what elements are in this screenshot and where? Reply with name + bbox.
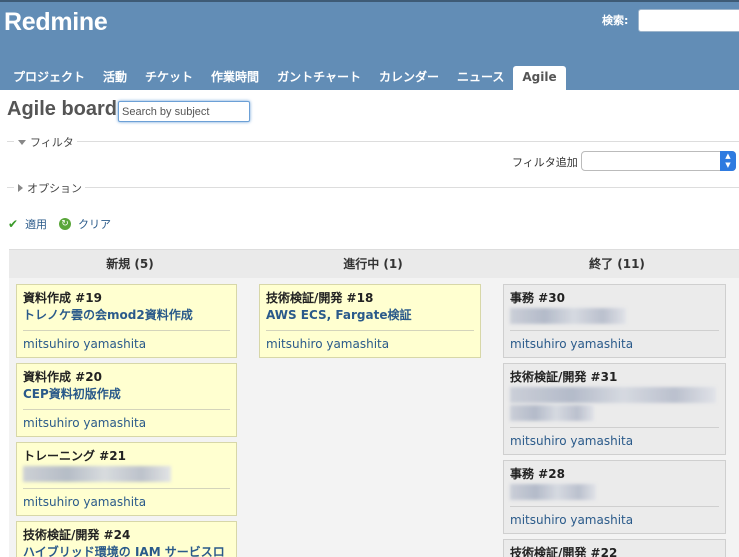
card-assignee-link[interactable]: mitsuhiro yamashita [510,513,719,527]
search-label: 検索: [602,14,629,27]
card-assignee-link[interactable]: mitsuhiro yamashita [266,337,474,351]
redacted-subject [510,308,626,324]
card-assignee-link[interactable]: mitsuhiro yamashita [23,337,230,351]
card-subject-link[interactable]: AWS ECS, Fargate検証 [266,307,474,324]
menu-tab-time-entries[interactable]: 作業時間 [202,66,268,90]
menu-tab-projects[interactable]: プロジェクト [4,66,94,90]
menu-tab-news[interactable]: ニュース [448,66,513,90]
collapse-arrow-icon [18,139,26,145]
card-tracker-id: 資料作成 #19 [23,291,102,305]
card-tracker-id: 技術検証/開発 #31 [510,370,618,384]
card-divider [510,427,719,428]
card-tracker-id: 技術検証/開発 #18 [266,291,374,305]
issue-card[interactable]: 資料作成 #19 トレノケ雲の会mod2資料作成 mitsuhiro yamas… [16,284,237,358]
options-legend[interactable]: オプション [14,180,85,196]
menu-tab-agile[interactable]: Agile [513,66,566,90]
expand-arrow-icon [18,184,23,192]
search-input[interactable] [638,9,739,32]
card-assignee-link[interactable]: mitsuhiro yamashita [23,495,230,509]
menu-tab-calendar[interactable]: カレンダー [370,66,448,90]
redacted-subject [510,405,594,421]
issue-card[interactable]: 事務 #30 mitsuhiro yamashita [503,284,726,358]
issue-card[interactable]: 資料作成 #20 CEP資料初版作成 mitsuhiro yamashita [16,363,237,437]
card-subject-link[interactable]: ハイブリッド環境の IAM サービスロ [23,544,230,557]
card-tracker-id: 事務 #30 [510,291,565,305]
filter-fieldset-border [7,141,739,142]
card-divider [23,409,230,410]
column-header-new: 新規 (5) [9,250,251,278]
page-title: Agile board [7,98,118,120]
card-divider [23,488,230,489]
card-tracker-id: 技術検証/開発 #24 [23,528,131,542]
add-filter-label: フィルタ追加 [512,156,578,169]
card-subject-link[interactable]: CEP資料初版作成 [23,386,230,403]
menu-tab-activity[interactable]: 活動 [94,66,136,90]
redacted-subject [23,466,171,482]
clear-link[interactable]: ↻ クリア [59,216,111,232]
main-menu: プロジェクト 活動 チケット 作業時間 ガントチャート カレンダー ニュース A… [4,66,566,90]
card-divider [23,330,230,331]
add-filter-select[interactable] [581,151,736,171]
card-tracker-id: 事務 #28 [510,467,565,481]
card-divider [266,330,474,331]
filter-legend-label: フィルタ [30,136,74,149]
menu-tab-gantt[interactable]: ガントチャート [268,66,370,90]
agile-board: 新規 (5) 進行中 (1) 終了 (11) 資料作成 #19 トレノケ雲の会m… [9,249,739,557]
issue-card[interactable]: 技術検証/開発 #22 [503,539,726,557]
issue-card[interactable]: 技術検証/開発 #18 AWS ECS, Fargate検証 mitsuhiro… [259,284,481,358]
card-tracker-id: 資料作成 #20 [23,370,102,384]
card-divider [510,506,719,507]
clear-label: クリア [78,218,111,231]
column-header-closed: 終了 (11) [495,250,739,278]
card-divider [510,330,719,331]
checkmark-icon: ✔ [8,217,19,231]
issue-card[interactable]: トレーニング #21 mitsuhiro yamashita [16,442,237,516]
apply-label: 適用 [25,218,48,231]
apply-link[interactable]: ✔ 適用 [8,216,47,232]
subject-search-input[interactable] [118,101,250,122]
app-title[interactable]: Redmine [4,8,108,37]
card-tracker-id: 技術検証/開発 #22 [510,546,618,557]
issue-card[interactable]: 事務 #28 mitsuhiro yamashita [503,460,726,534]
select-arrows-icon[interactable]: ▲ ▼ [720,151,736,171]
issue-card[interactable]: 技術検証/開発 #31 mitsuhiro yamashita [503,363,726,455]
redacted-subject [510,387,716,403]
column-header-in-progress: 進行中 (1) [251,250,495,278]
card-tracker-id: トレーニング #21 [23,449,126,463]
issue-card[interactable]: 技術検証/開発 #24 ハイブリッド環境の IAM サービスロ [16,521,237,557]
card-assignee-link[interactable]: mitsuhiro yamashita [510,337,719,351]
reload-icon: ↻ [59,218,71,230]
redacted-subject [510,484,596,500]
options-legend-label: オプション [27,182,82,195]
filter-legend[interactable]: フィルタ [14,134,77,150]
card-subject-link[interactable]: トレノケ雲の会mod2資料作成 [23,307,230,324]
card-assignee-link[interactable]: mitsuhiro yamashita [23,416,230,430]
menu-tab-issues[interactable]: チケット [136,66,202,90]
options-fieldset-border [7,187,739,188]
header: Redmine 検索: プロジェクト 活動 チケット 作業時間 ガントチャート … [0,0,739,90]
card-assignee-link[interactable]: mitsuhiro yamashita [510,434,719,448]
